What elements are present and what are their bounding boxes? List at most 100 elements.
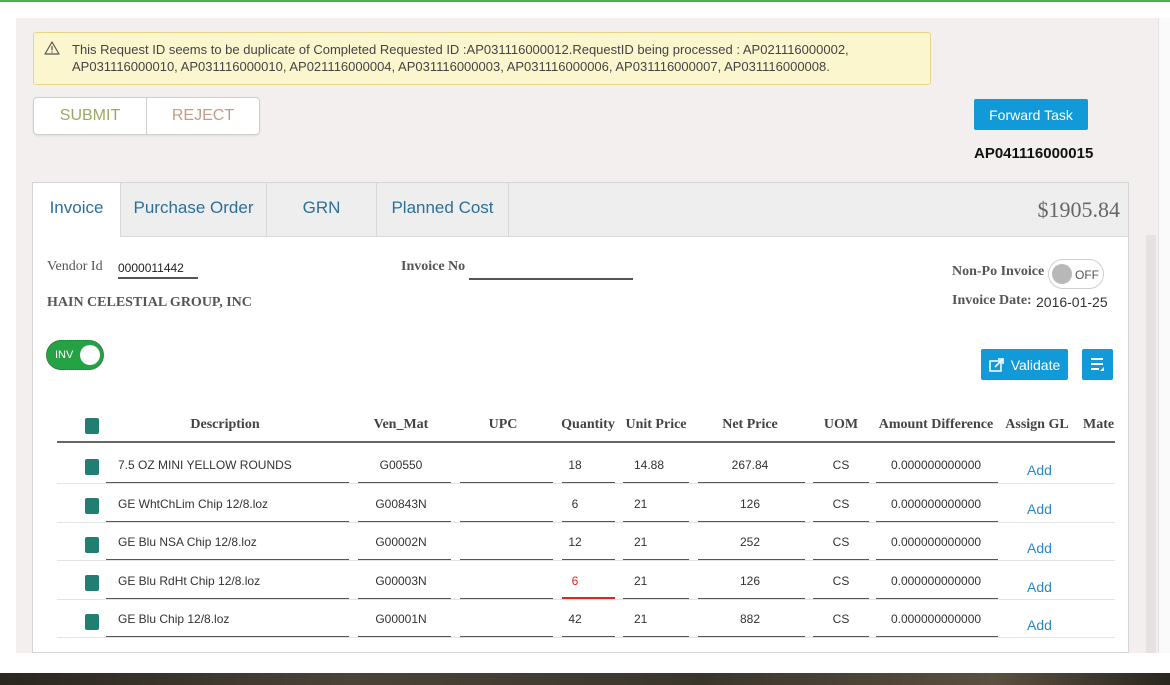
row-unit-price[interactable]: 21 <box>634 497 647 511</box>
invoice-date-value: 2016-01-25 <box>1036 294 1108 310</box>
row-checkbox[interactable] <box>85 575 99 591</box>
toggle-knob <box>80 345 100 365</box>
header-quantity: Quantity <box>561 417 615 432</box>
vertical-scrollbar[interactable] <box>1146 235 1156 653</box>
row-description: 7.5 OZ MINI YELLOW ROUNDS <box>118 458 292 472</box>
submit-button[interactable]: SUBMIT <box>34 98 147 134</box>
header-net-price: Net Price <box>722 417 778 432</box>
tab-grn[interactable]: GRN <box>267 183 377 236</box>
row-assign-gl-link[interactable]: Add <box>1027 617 1052 633</box>
header-amount-difference: Amount Difference <box>878 417 994 432</box>
background-strip <box>0 673 1170 685</box>
row-description: GE Blu RdHt Chip 12/8.loz <box>118 574 261 588</box>
alert-line-2: AP031116000010, AP031116000010, AP021116… <box>72 59 830 74</box>
row-checkbox[interactable] <box>85 498 99 514</box>
list-menu-button[interactable] <box>1082 349 1113 380</box>
row-checkbox[interactable] <box>85 537 99 553</box>
row-unit-price[interactable]: 21 <box>634 535 647 549</box>
duplicate-warning-alert: This Request ID seems to be duplicate of… <box>33 32 931 85</box>
tab-purchase-order[interactable]: Purchase Order <box>121 183 267 236</box>
vendor-name: HAIN CELESTIAL GROUP, INC <box>47 295 252 310</box>
row-unit-price[interactable]: 14.88 <box>634 458 664 472</box>
row-amount-difference: 0.000000000000 <box>890 497 982 511</box>
invoice-total: $1905.84 <box>1037 197 1121 222</box>
alert-message: This Request ID seems to be duplicate of… <box>72 41 922 75</box>
row-net-price: 882 <box>739 612 761 626</box>
row-uom: CS <box>832 458 850 472</box>
header-divider <box>57 441 1115 443</box>
header-assign-gl: Assign GL <box>1005 417 1069 432</box>
share-icon <box>988 357 1004 372</box>
row-quantity[interactable]: 18 <box>560 458 590 472</box>
action-button-group: SUBMIT REJECT <box>33 97 260 135</box>
row-description: GE Blu NSA Chip 12/8.loz <box>118 535 257 549</box>
vendor-id-field[interactable]: 0000011442 <box>118 261 198 279</box>
validate-label: Validate <box>1010 356 1061 373</box>
vendor-id-label: Vendor Id <box>47 259 103 274</box>
toggle-state: OFF <box>1075 268 1099 282</box>
request-id: AP041116000015 <box>974 145 1094 162</box>
select-all-checkbox[interactable] <box>85 418 99 434</box>
row-assign-gl-link[interactable]: Add <box>1027 540 1052 556</box>
invoice-no-label: Invoice No <box>401 259 466 274</box>
row-net-price: 252 <box>739 535 761 549</box>
row-assign-gl-link[interactable]: Add <box>1027 501 1052 517</box>
row-net-price: 267.84 <box>731 458 769 472</box>
top-accent-line <box>0 0 1170 2</box>
invoice-card: Invoice Purchase Order GRN Planned Cost … <box>32 182 1129 653</box>
row-quantity[interactable]: 6 <box>560 497 590 511</box>
row-amount-difference: 0.000000000000 <box>890 612 982 626</box>
row-net-price: 126 <box>739 574 761 588</box>
row-uom: CS <box>832 497 850 511</box>
row-amount-difference: 0.000000000000 <box>890 574 982 588</box>
row-amount-difference: 0.000000000000 <box>890 458 982 472</box>
row-assign-gl-link[interactable]: Add <box>1027 579 1052 595</box>
row-separator <box>57 560 1115 561</box>
row-description: GE Blu Chip 12/8.loz <box>118 612 230 626</box>
tab-bar: Invoice Purchase Order GRN Planned Cost … <box>33 183 1128 237</box>
header-ven-mat: Ven_Mat <box>373 417 429 432</box>
row-separator <box>57 522 1115 523</box>
row-separator <box>57 599 1115 600</box>
row-uom: CS <box>832 612 850 626</box>
row-checkbox[interactable] <box>85 459 99 475</box>
tab-invoice[interactable]: Invoice <box>33 183 121 237</box>
header-unit-price: Unit Price <box>625 417 687 432</box>
row-ven-mat: G00001N <box>375 612 427 626</box>
row-ven-mat: G00003N <box>375 574 427 588</box>
inv-toggle[interactable]: INV <box>46 340 104 370</box>
row-separator <box>57 637 1115 638</box>
toggle-knob <box>1052 264 1072 284</box>
tab-planned-cost[interactable]: Planned Cost <box>377 183 509 236</box>
row-net-price: 126 <box>739 497 761 511</box>
row-unit-price[interactable]: 21 <box>634 574 647 588</box>
row-checkbox[interactable] <box>85 614 99 630</box>
list-icon <box>1091 358 1104 371</box>
row-quantity[interactable]: 42 <box>560 612 590 626</box>
non-po-invoice-label: Non-Po Invoice <box>952 264 1045 279</box>
row-amount-difference: 0.000000000000 <box>890 535 982 549</box>
row-ven-mat: G00550 <box>379 458 423 472</box>
row-separator <box>57 483 1115 484</box>
invoice-no-field[interactable] <box>469 278 633 280</box>
row-uom: CS <box>832 535 850 549</box>
alert-line-1: This Request ID seems to be duplicate of… <box>72 42 849 57</box>
header-upc: UPC <box>488 417 518 432</box>
row-quantity-error[interactable]: 6 <box>560 574 590 588</box>
invoice-date-label: Invoice Date: <box>952 293 1032 308</box>
right-edge <box>1158 18 1170 653</box>
row-unit-price[interactable]: 21 <box>634 612 647 626</box>
row-uom: CS <box>832 574 850 588</box>
non-po-invoice-toggle[interactable]: OFF <box>1048 259 1104 289</box>
row-assign-gl-link[interactable]: Add <box>1027 462 1052 478</box>
header-description: Description <box>190 417 260 432</box>
validate-button[interactable]: Validate <box>981 349 1068 380</box>
forward-task-button[interactable]: Forward Task <box>974 99 1088 130</box>
warning-icon <box>44 41 60 55</box>
row-ven-mat: G00002N <box>375 535 427 549</box>
reject-button[interactable]: REJECT <box>147 98 259 134</box>
header-uom: UOM <box>823 417 859 432</box>
row-quantity[interactable]: 12 <box>560 535 590 549</box>
row-ven-mat: G00843N <box>375 497 427 511</box>
header-mate: Mate <box>1083 417 1115 432</box>
